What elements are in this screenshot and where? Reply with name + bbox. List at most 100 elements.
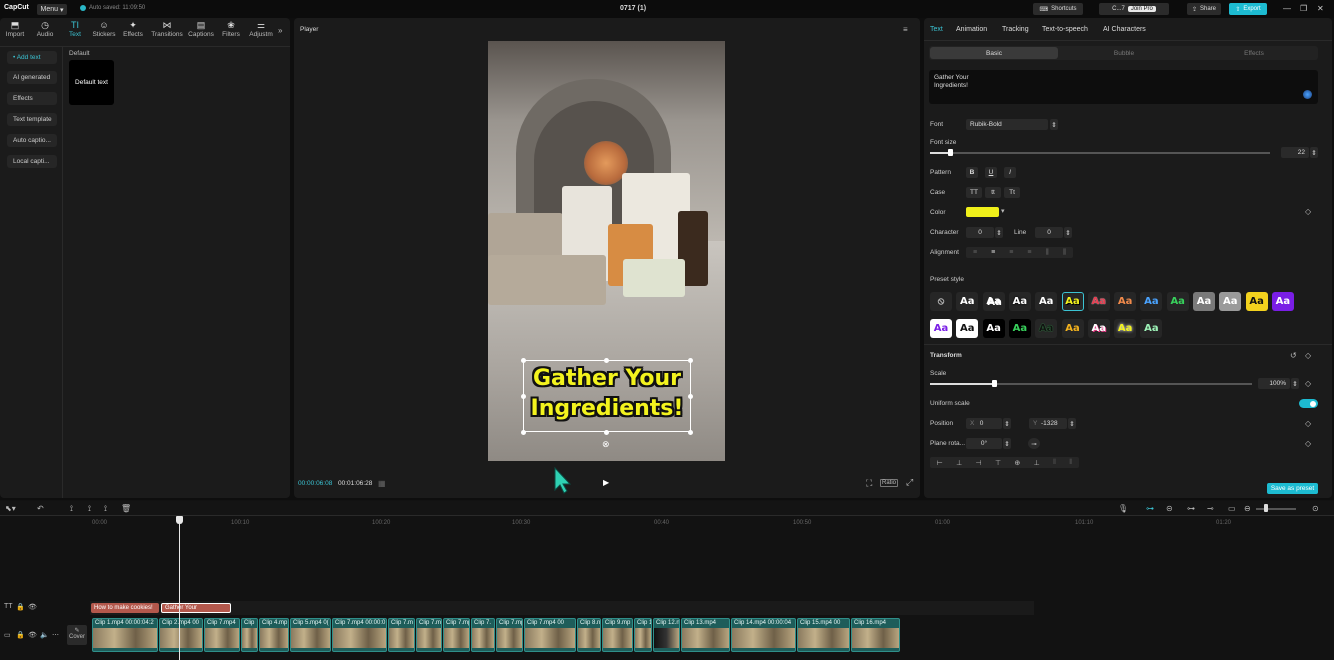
segment-effects[interactable]: Effects [1190,47,1318,59]
keyframe-icon[interactable]: ◇ [1305,379,1311,388]
font-size-slider-knob[interactable] [948,149,953,156]
align-h-center-icon[interactable]: ⊥ [956,459,962,467]
video-clip[interactable]: Clip 2.mp4 00 [159,618,203,652]
menu-button[interactable]: Menu ▾ [37,4,67,15]
underline-button[interactable]: U [985,167,997,178]
caption-sync-icon[interactable]: ▭ [1228,504,1236,513]
tab-text[interactable]: TI Text [60,20,90,38]
resize-handle[interactable] [521,430,526,435]
player-menu-icon[interactable]: ≡ [903,25,908,34]
preset-style-option[interactable]: Aa [1008,319,1031,338]
undo-icon[interactable]: ↶ [37,504,44,513]
visibility-icon[interactable]: 👁 [28,603,37,611]
maximize-icon[interactable]: ❐ [1300,4,1307,13]
zoom-out-icon[interactable]: ⊖ [1244,504,1251,513]
tab-animation[interactable]: Animation [956,26,987,33]
line-spacing-input[interactable]: 0 [1035,227,1063,238]
tab-audio[interactable]: ◷ Audio [30,20,60,38]
fullscreen-icon[interactable]: ⤢ [906,477,913,488]
cover-button[interactable]: ✎ Cover [67,625,87,645]
video-clip[interactable]: Clip 14.mp4 00:00:04 [731,618,796,652]
video-clip[interactable]: Clip 7.mp4 [496,618,523,652]
preset-style-option[interactable]: Aa [1219,292,1242,311]
reset-icon[interactable]: ↺ [1290,351,1297,360]
align-center-icon[interactable]: ≡ [991,249,995,256]
zoom-slider-knob[interactable] [1264,504,1268,512]
video-clip[interactable]: Clip 8.n [577,618,601,652]
preset-style-option[interactable]: Aa [1114,292,1137,311]
sidebar-item-auto-captions[interactable]: Auto captio... [7,134,57,147]
segment-bubble[interactable]: Bubble [1060,47,1188,59]
align-left-edge-icon[interactable]: ⊢ [937,459,943,467]
character-spacing-input[interactable]: 0 [966,227,994,238]
timeline-view-icon[interactable]: ▦ [378,479,386,488]
preset-style-option[interactable]: Aa [1087,319,1110,338]
font-stepper-icon[interactable]: ⇕ [1050,119,1058,130]
sidebar-item-effects[interactable]: Effects [7,92,57,105]
video-clip[interactable]: Clip 13.mp4 [681,618,730,652]
resize-handle[interactable] [688,394,693,399]
scale-input[interactable]: 100% [1258,378,1290,389]
preset-style-option[interactable]: Aa [1271,292,1294,311]
account-button[interactable]: C...7 Join Pro [1099,3,1169,15]
case-lower-button[interactable]: tt [985,187,1001,198]
position-y-input[interactable]: Y -1328 [1029,418,1067,429]
color-swatch[interactable] [966,207,999,217]
tab-import[interactable]: ⬒ Import [0,20,30,38]
preset-style-option[interactable]: Aa [930,319,952,338]
export-button[interactable]: ⇧ Export [1229,3,1267,15]
tab-effects[interactable]: ✦ Effects [118,20,148,38]
bold-button[interactable]: B [966,167,978,178]
split-right-icon[interactable]: ⟟ [104,504,107,514]
segment-basic[interactable]: Basic [930,47,1058,59]
preset-style-option[interactable]: Aa [1008,292,1031,311]
preset-style-option[interactable]: Aa [1140,319,1163,338]
screenshot-icon[interactable]: ⛶ [866,478,872,489]
join-pro-badge[interactable]: Join Pro [1127,6,1156,12]
align-v-center-icon[interactable]: ⊕ [1014,459,1020,467]
video-clip[interactable]: Clip 12.n [653,618,680,652]
keyframe-icon[interactable]: ◇ [1305,439,1311,448]
preset-style-option[interactable]: Aa [982,319,1005,338]
align-right-icon[interactable]: ≡ [1009,249,1013,256]
preset-style-option[interactable]: Aa [956,292,979,311]
sidebar-item-text-template[interactable]: Text template [7,113,57,126]
scale-slider-knob[interactable] [992,380,997,387]
align-bottom-edge-icon[interactable]: ⊥ [1034,459,1040,467]
video-clip[interactable]: Clip 7.m [416,618,442,652]
more-icon[interactable]: ⋯ [52,631,59,639]
video-clip[interactable]: Clip 1.mp4 00:00:04:2 [92,618,158,652]
video-clip[interactable]: Clip 5.mp4 0( [290,618,331,652]
caption-overlay[interactable]: Gather Your Ingredients! [523,364,691,424]
video-clip[interactable]: Clip 15.mp4 00 [797,618,850,652]
close-icon[interactable]: ✕ [1317,4,1324,13]
mute-icon[interactable]: 🔈 [40,631,49,639]
playhead-handle[interactable] [176,516,183,524]
rotation-dial-icon[interactable]: ⊸ [1028,438,1040,449]
share-button[interactable]: ⇪ Share [1187,3,1221,15]
select-tool-icon[interactable]: ⬉▾ [5,504,16,513]
rotation-stepper-icon[interactable]: ⇕ [1003,438,1011,449]
text-clip-selected[interactable]: Gather Your [161,603,231,613]
sidebar-item-ai-generated[interactable]: AI generated [7,71,57,84]
case-title-button[interactable]: Tt [1004,187,1020,198]
preset-style-option[interactable]: Aa [1061,319,1084,338]
chevron-down-icon[interactable]: ▾ [1001,207,1005,215]
microphone-icon[interactable]: 🎙 [1118,504,1128,513]
preset-style-option[interactable]: Aa [1061,292,1084,311]
save-as-preset-button[interactable]: Save as preset [1267,483,1318,494]
delete-icon[interactable]: 🗑 [121,504,131,513]
preset-style-option[interactable]: Aa [1193,292,1215,311]
align-top-edge-icon[interactable]: ⊤ [995,459,1001,467]
align-left-icon[interactable]: ≡ [973,249,977,256]
tab-adjustment[interactable]: ⚌ Adjustm [246,20,276,38]
video-clip[interactable]: Clip 1( [634,618,652,652]
position-y-stepper-icon[interactable]: ⇕ [1068,418,1076,429]
ratio-button[interactable]: Ratio [880,479,899,487]
video-clip[interactable]: Clip 9.mp [602,618,633,652]
font-size-input[interactable]: 22 [1281,147,1309,158]
line-stepper-icon[interactable]: ⇕ [1064,227,1072,238]
font-size-slider-track[interactable] [930,152,1270,154]
video-clip[interactable]: Clip 7.mp4 [443,618,470,652]
resize-handle[interactable] [604,358,609,363]
